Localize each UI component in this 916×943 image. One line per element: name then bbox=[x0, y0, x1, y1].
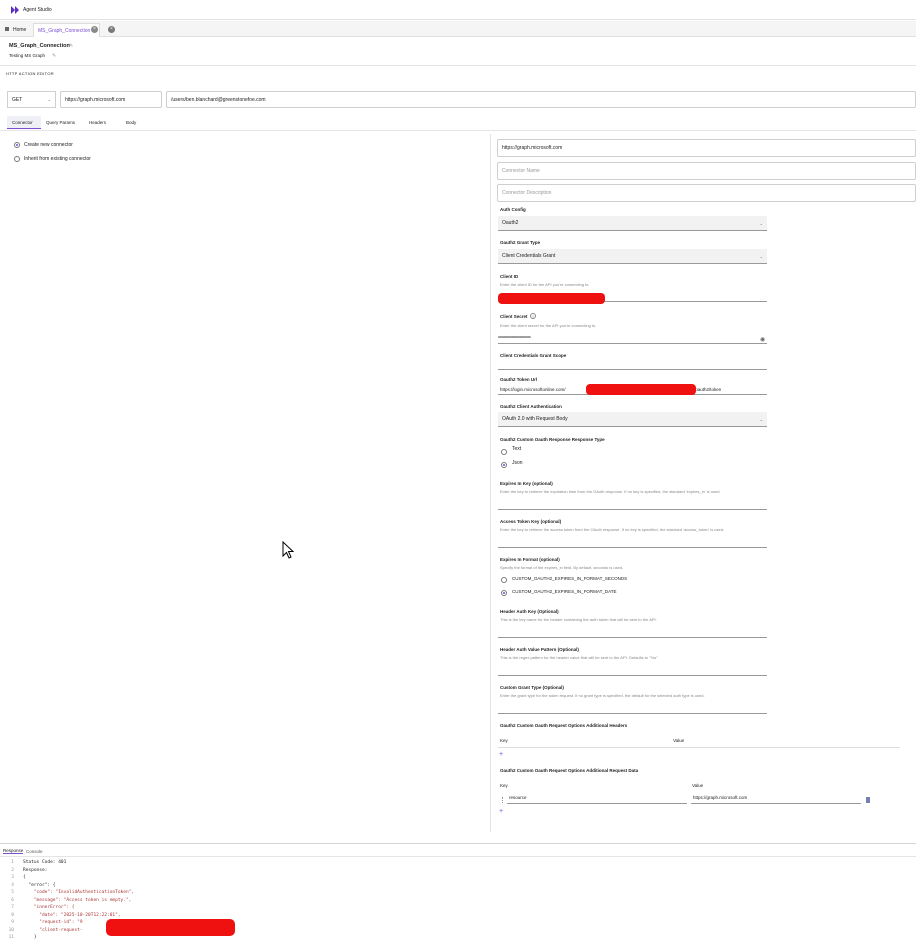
drag-handle-icon[interactable] bbox=[502, 797, 504, 803]
data-value-column: Value bbox=[692, 783, 704, 788]
panel-divider bbox=[490, 134, 491, 832]
close-tab-icon[interactable]: × bbox=[91, 26, 98, 33]
tab-ms-graph-connection[interactable]: MS_Graph_Connection bbox=[33, 23, 100, 37]
expires-format-date-label: CUSTOM_OAUTH2_EXPIRES_IN_FORMAT_DATE bbox=[512, 589, 617, 594]
chevron-down-icon: ⌄ bbox=[759, 416, 763, 422]
create-connector-radio[interactable] bbox=[14, 142, 20, 148]
bottom-tab-console[interactable]: Console bbox=[26, 849, 43, 854]
chevron-down-icon: ⌄ bbox=[47, 97, 51, 102]
help-circle-icon[interactable]: ? bbox=[530, 313, 536, 319]
connector-base-url-input[interactable]: https://graph.microsoft.com bbox=[497, 139, 916, 157]
expires-key-help: Enter the key to retrieve the expiration… bbox=[500, 489, 721, 494]
path-input[interactable]: /users/ben.blanchard@greenstonefoe.com bbox=[166, 91, 916, 108]
connection-name: MS_Graph_Connection bbox=[9, 43, 70, 49]
inherit-connector-radio[interactable] bbox=[14, 156, 20, 162]
response-redaction bbox=[106, 919, 235, 936]
expires-format-label: Expires In Format (optional) bbox=[500, 557, 560, 562]
client-id-label: Client ID bbox=[500, 274, 519, 279]
auth-config-select[interactable]: Oauth2 ⌄ bbox=[498, 216, 767, 231]
scope-input[interactable] bbox=[498, 360, 767, 370]
headers-value-column: Value bbox=[673, 738, 685, 743]
edit-name-icon[interactable]: ✎ bbox=[69, 43, 73, 49]
create-connector-label: Create new connector bbox=[24, 142, 73, 148]
app-titlebar: Agent Studio bbox=[0, 0, 916, 20]
data-key-column: Key bbox=[500, 783, 508, 788]
response-type-label: Oauth2 Custom Oauth Response Response Ty… bbox=[500, 437, 605, 442]
add-data-button[interactable]: + bbox=[499, 808, 503, 815]
client-id-help: Enter the client ID for the API you're c… bbox=[500, 282, 590, 287]
bottom-tab-response[interactable]: Response bbox=[3, 848, 24, 854]
app-title: Agent Studio bbox=[23, 7, 52, 13]
access-token-key-help: Enter the key to retrieve the access tok… bbox=[500, 527, 725, 532]
response-type-json-radio[interactable] bbox=[501, 462, 507, 468]
access-token-key-input[interactable] bbox=[498, 537, 767, 548]
add-header-button[interactable]: + bbox=[499, 751, 503, 758]
base-url-input[interactable]: https://graph.microsoft.com bbox=[60, 91, 162, 108]
show-password-eye-icon[interactable]: ◉ bbox=[760, 336, 765, 343]
auth-config-label: Auth Config bbox=[500, 207, 526, 212]
data-value-input[interactable]: https://graph.microsoft.com bbox=[691, 795, 861, 804]
client-auth-select[interactable]: OAuth 2.0 with Request Body ⌄ bbox=[498, 412, 767, 427]
client-auth-label: Oauth2 Client Authentication bbox=[500, 404, 562, 409]
additional-data-label: Oauth2 Custom Oauth Request Options Addi… bbox=[500, 768, 639, 773]
tab-home[interactable]: Home bbox=[9, 23, 30, 37]
editor-tabbar: Home MS_Graph_Connection × × bbox=[0, 21, 916, 37]
expires-format-seconds-label: CUSTOM_OAUTH2_EXPIRES_IN_FORMAT_SECONDS bbox=[512, 576, 628, 581]
close-all-icon[interactable]: × bbox=[108, 26, 115, 33]
bottom-panel-divider bbox=[0, 843, 916, 844]
client-secret-input[interactable]: •••••••••••••••••••••••••••••••••••• bbox=[498, 334, 767, 344]
expires-key-input[interactable] bbox=[498, 499, 767, 510]
connector-description-input[interactable]: Connector Description bbox=[497, 184, 916, 202]
delete-row-icon[interactable] bbox=[866, 797, 870, 803]
headers-table-divider bbox=[498, 747, 900, 748]
connector-name-input[interactable]: Connector Name bbox=[497, 162, 916, 180]
token-url-redaction bbox=[586, 384, 696, 395]
expires-format-help: Specify the format of the expires_in fie… bbox=[500, 565, 624, 570]
headers-key-column: Key bbox=[500, 738, 508, 743]
subtab-query-params[interactable]: Query Params bbox=[46, 120, 75, 125]
access-token-key-label: Access Token Key (optional) bbox=[500, 519, 562, 524]
expires-key-label: Expires In Key (optional) bbox=[500, 481, 553, 486]
mouse-cursor-icon bbox=[282, 540, 295, 561]
inherit-connector-label: Inherit from existing connector bbox=[24, 156, 91, 162]
header-auth-value-input[interactable] bbox=[498, 665, 767, 676]
scope-label: Client Credentials Grant Scope bbox=[500, 353, 567, 358]
custom-grant-input[interactable] bbox=[498, 703, 767, 714]
subtab-headers[interactable]: Headers bbox=[89, 120, 106, 125]
data-key-input[interactable]: resource bbox=[507, 795, 687, 804]
expires-format-seconds-radio[interactable] bbox=[501, 577, 507, 583]
connection-description: Testing MS Graph bbox=[9, 53, 46, 58]
additional-headers-label: Oauth2 Custom Oauth Request Options Addi… bbox=[500, 723, 628, 728]
subtab-body[interactable]: Body bbox=[126, 120, 136, 125]
divider bbox=[0, 65, 916, 66]
subtab-connector[interactable]: Connector bbox=[7, 116, 41, 129]
section-label: HTTP ACTION EDITOR bbox=[6, 71, 54, 76]
response-type-text-radio[interactable] bbox=[501, 449, 507, 455]
custom-grant-help: Enter the grant type for the token reque… bbox=[500, 693, 705, 698]
method-select[interactable]: GET ⌄ bbox=[7, 91, 56, 108]
agent-studio-logo-icon bbox=[11, 6, 20, 14]
header-auth-value-help: This is the regex pattern for the header… bbox=[500, 655, 658, 660]
expires-format-date-radio[interactable] bbox=[501, 590, 507, 596]
client-id-redaction bbox=[498, 293, 605, 304]
client-secret-help: Enter the client secret for the API you'… bbox=[500, 323, 597, 328]
header-auth-key-help: This is the key name for the header cont… bbox=[500, 617, 657, 622]
grant-type-label: Oauth2 Grant Type bbox=[500, 240, 541, 245]
response-type-json-label: Json bbox=[512, 460, 523, 466]
header-auth-value-label: Header Auth Value Pattern (Optional) bbox=[500, 647, 579, 652]
custom-grant-label: Custom Grant Type (Optional) bbox=[500, 685, 564, 690]
grant-type-select[interactable]: Client Credentials Grant ⌄ bbox=[498, 249, 767, 264]
response-type-text-label: Text bbox=[512, 446, 522, 452]
header-auth-key-input[interactable] bbox=[498, 627, 767, 638]
header-auth-key-label: Header Auth Key (Optional) bbox=[500, 609, 559, 614]
chevron-down-icon: ⌄ bbox=[759, 253, 763, 259]
token-url-label: Oauth2 Token Url bbox=[500, 377, 538, 382]
client-secret-label: Client Secret bbox=[500, 314, 528, 319]
subtabs-divider bbox=[0, 130, 916, 131]
chevron-down-icon: ⌄ bbox=[759, 220, 763, 226]
bottom-tab-divider bbox=[0, 856, 916, 857]
edit-description-icon[interactable]: ✎ bbox=[52, 53, 56, 59]
